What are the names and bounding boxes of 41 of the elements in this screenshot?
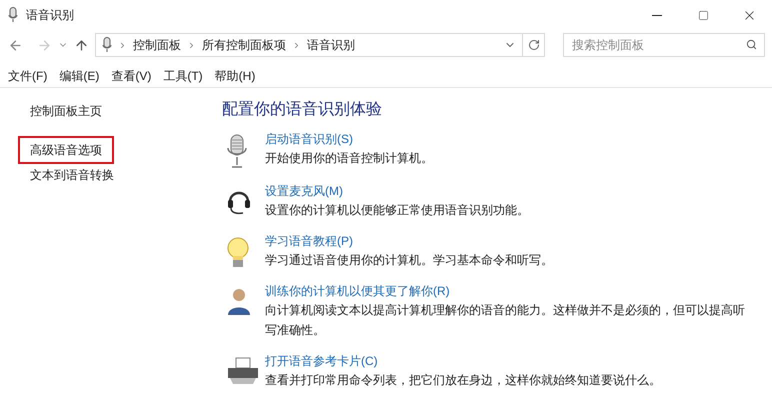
- microphone-icon: [226, 134, 248, 170]
- minimize-icon: [652, 14, 662, 16]
- page-heading: 配置你的语音识别体验: [222, 100, 383, 120]
- menu-item[interactable]: 文件(F): [8, 66, 48, 84]
- microphone-icon: [8, 7, 18, 23]
- printer-icon: [226, 356, 260, 386]
- task-link[interactable]: 设置麦克风(M): [265, 182, 755, 200]
- menu-item[interactable]: 查看(V): [111, 66, 152, 84]
- sidebar-link[interactable]: 文本到语音转换: [30, 164, 114, 186]
- microphone-icon: [102, 37, 112, 53]
- refresh-icon: [528, 39, 540, 51]
- sidebar-link[interactable]: 控制面板主页: [30, 100, 102, 122]
- menu-item[interactable]: 帮助(H): [214, 66, 256, 84]
- separator-icon: [292, 40, 301, 50]
- task-description: 向计算机阅读文本以提高计算机理解你的语音的能力。这样做并不是必须的，但可以提高听写准确性。: [265, 302, 746, 339]
- back-icon[interactable]: [8, 38, 23, 52]
- search-icon[interactable]: [746, 39, 757, 50]
- person-icon: [226, 286, 252, 316]
- maximize-icon: [698, 10, 708, 20]
- refresh-button[interactable]: [523, 33, 545, 57]
- separator-icon: [187, 40, 196, 50]
- search-field[interactable]: 搜索控制面板: [563, 33, 765, 57]
- menu-item[interactable]: 编辑(E): [59, 66, 100, 84]
- task-description: 设置你的计算机以便能够正常使用语音识别功能。: [265, 202, 530, 219]
- window-title: 语音识别: [26, 7, 74, 24]
- task-description: 查看并打印常用命令列表，把它们放在身边，这样你就始终知道要说什么。: [265, 372, 662, 389]
- breadcrumb[interactable]: 所有控制面板项: [202, 36, 286, 54]
- up-icon[interactable]: [74, 38, 89, 52]
- lightbulb-icon: [226, 236, 250, 270]
- task-link[interactable]: 启动语音识别(S): [265, 130, 755, 148]
- task-description: 开始使用你的语音控制计算机。: [265, 150, 434, 167]
- task-link[interactable]: 打开语音参考卡片(C): [265, 352, 755, 370]
- breadcrumb[interactable]: 语音识别: [307, 36, 355, 54]
- task-link[interactable]: 训练你的计算机以便其更了解你(R): [265, 282, 755, 300]
- menu-item[interactable]: 工具(T): [163, 66, 203, 84]
- address-bar[interactable]: 控制面板 所有控制面板项 语音识别: [95, 33, 523, 57]
- separator-icon: [118, 40, 127, 50]
- sidebar-link[interactable]: 高级语音选项: [18, 136, 114, 164]
- task-link[interactable]: 学习语音教程(P): [265, 232, 755, 250]
- breadcrumb[interactable]: 控制面板: [133, 36, 181, 54]
- task-description: 学习通过语音使用你的计算机。学习基本命令和听写。: [265, 252, 554, 269]
